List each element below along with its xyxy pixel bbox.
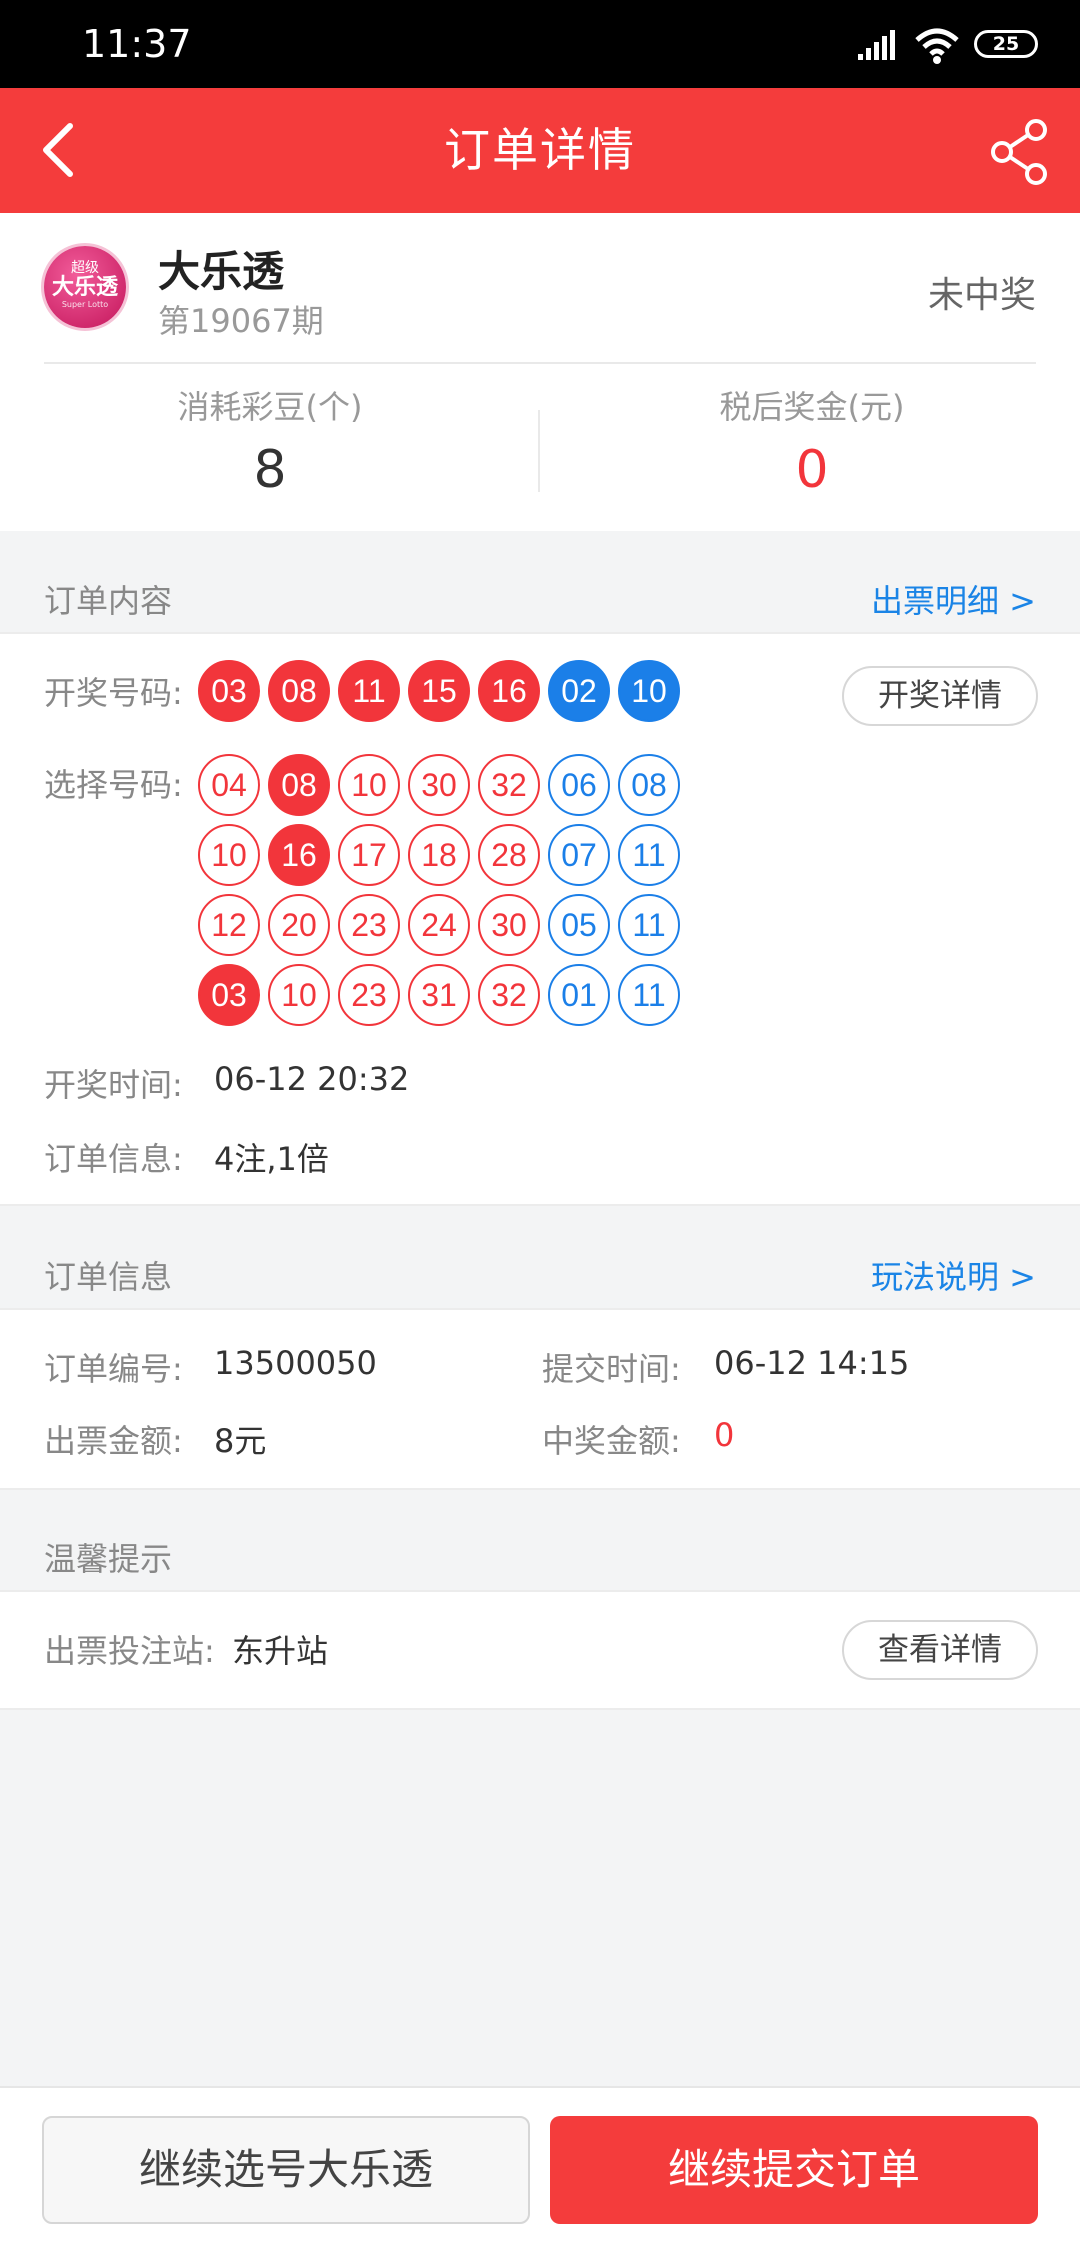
result-status: 未中奖 [927,275,1036,316]
pick-blue-ball: 06 [548,754,610,816]
beans-value: 8 [253,440,287,500]
signal-icon [858,30,895,60]
page-title: 订单详情 [444,123,636,177]
draw-red-ball: 16 [478,660,540,722]
submit-time-value: 06-12 14:15 [714,1344,910,1382]
draw-numbers-label: 开奖号码: [44,674,183,712]
order-info-label: 订单信息: [44,1140,183,1178]
draw-blue-ball: 10 [618,660,680,722]
order-no-value: 13500050 [214,1344,377,1382]
pick-red-ball: 10 [268,964,330,1026]
order-info-title: 订单信息 [44,1258,173,1296]
lottery-issue: 第19067期 [158,302,324,340]
pick-blue-ball: 05 [548,894,610,956]
pick-red-ball: 10 [338,754,400,816]
order-info-panel [0,1308,1080,1490]
status-bar: 11:37 25 [0,0,1080,88]
draw-red-ball: 15 [408,660,470,722]
submit-time-label: 提交时间: [542,1350,681,1388]
pick-red-ball: 03 [198,964,260,1026]
continue-submit-button[interactable]: 继续提交订单 [550,2116,1038,2224]
prize-value: 0 [795,440,829,500]
logo-top-text: 超级 [71,260,99,276]
pick-red-ball: 08 [268,754,330,816]
prize-label: 税后奖金(元) [719,388,905,426]
pick-red-ball: 10 [198,824,260,886]
pick-red-ball: 28 [478,824,540,886]
continue-pick-button[interactable]: 继续选号大乐透 [42,2116,530,2224]
draw-blue-ball: 02 [548,660,610,722]
stats-divider [538,410,540,492]
pick-blue-ball: 01 [548,964,610,1026]
pick-red-ball: 24 [408,894,470,956]
pick-red-ball: 32 [478,754,540,816]
ticket-detail-link[interactable]: 出票明细 > [871,576,1036,622]
beans-label: 消耗彩豆(个) [177,388,363,426]
pick-red-ball: 32 [478,964,540,1026]
ticket-amount-label: 出票金额: [44,1422,183,1460]
pick-blue-ball: 11 [618,894,680,956]
tips-title: 温馨提示 [44,1540,173,1578]
order-no-label: 订单编号: [44,1350,183,1388]
draw-time-label: 开奖时间: [44,1066,183,1104]
share-icon[interactable] [988,118,1052,186]
pick-blue-ball: 11 [618,824,680,886]
order-content-title: 订单内容 [44,582,173,620]
pick-red-ball: 20 [268,894,330,956]
station-label: 出票投注站: [44,1632,215,1670]
pick-red-ball: 18 [408,824,470,886]
pick-red-ball: 30 [478,894,540,956]
draw-time-value: 06-12 20:32 [214,1060,410,1098]
lottery-logo: 超级 大乐透 Super Lotto [44,246,126,328]
logo-main-text: 大乐透 [51,275,118,300]
pick-red-ball: 23 [338,894,400,956]
pick-blue-ball: 07 [548,824,610,886]
pick-red-ball: 17 [338,824,400,886]
pick-red-ball: 31 [408,964,470,1026]
battery-icon: 25 [974,30,1038,58]
pick-numbers-label: 选择号码: [44,766,183,804]
pick-red-ball: 16 [268,824,330,886]
wifi-icon [915,28,959,64]
station-detail-button[interactable]: 查看详情 [842,1620,1038,1680]
pick-red-ball: 04 [198,754,260,816]
station-value: 东升站 [232,1632,329,1670]
pick-red-ball: 12 [198,894,260,956]
pick-red-ball: 30 [408,754,470,816]
draw-red-ball: 11 [338,660,400,722]
pick-blue-ball: 11 [618,964,680,1026]
draw-red-ball: 03 [198,660,260,722]
draw-detail-button[interactable]: 开奖详情 [842,666,1038,726]
draw-red-ball: 08 [268,660,330,722]
ticket-amount-value: 8元 [214,1422,267,1460]
win-amount-value: 0 [714,1416,735,1454]
win-amount-label: 中奖金额: [542,1422,681,1460]
app-header: 订单详情 [0,88,1080,213]
status-time: 11:37 [82,22,192,66]
rules-link[interactable]: 玩法说明 > [871,1252,1036,1298]
logo-sub-text: Super Lotto [61,300,109,309]
lottery-name: 大乐透 [158,247,285,296]
order-info-value: 4注,1倍 [214,1140,329,1178]
pick-red-ball: 23 [338,964,400,1026]
divider [44,362,1036,364]
pick-blue-ball: 08 [618,754,680,816]
